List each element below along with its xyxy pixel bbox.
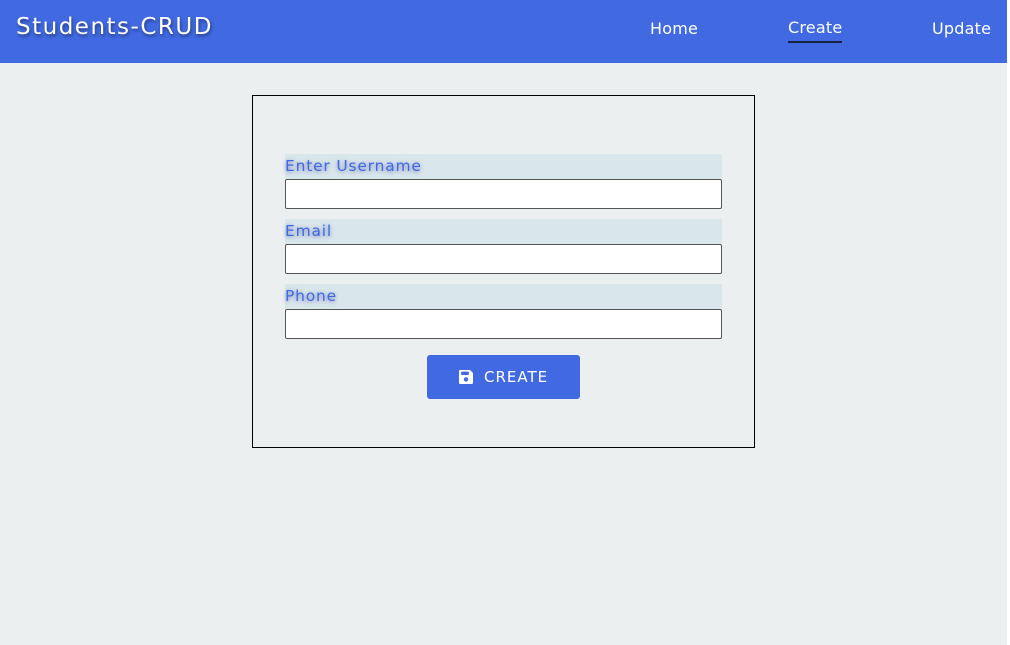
nav-link-update[interactable]: Update: [932, 19, 991, 38]
page: Students-CRUD Home Create Update Enter U…: [0, 0, 1007, 645]
create-student-form: Enter Username Email Phone CREATE: [252, 95, 755, 448]
nav-link-create[interactable]: Create: [788, 18, 842, 37]
floppy-disk-save-icon: [459, 370, 473, 384]
username-input[interactable]: [285, 179, 722, 209]
create-button-label: CREATE: [484, 368, 549, 386]
phone-label: Phone: [285, 284, 722, 309]
create-button[interactable]: CREATE: [427, 355, 580, 399]
active-nav-underline: [788, 41, 842, 43]
email-input[interactable]: [285, 244, 722, 274]
nav-link-home[interactable]: Home: [650, 19, 698, 38]
phone-input[interactable]: [285, 309, 722, 339]
email-label: Email: [285, 219, 722, 244]
username-label: Enter Username: [285, 154, 722, 179]
brand-logo-text[interactable]: Students-CRUD: [16, 14, 213, 40]
navbar: Students-CRUD Home Create Update: [0, 0, 1007, 63]
